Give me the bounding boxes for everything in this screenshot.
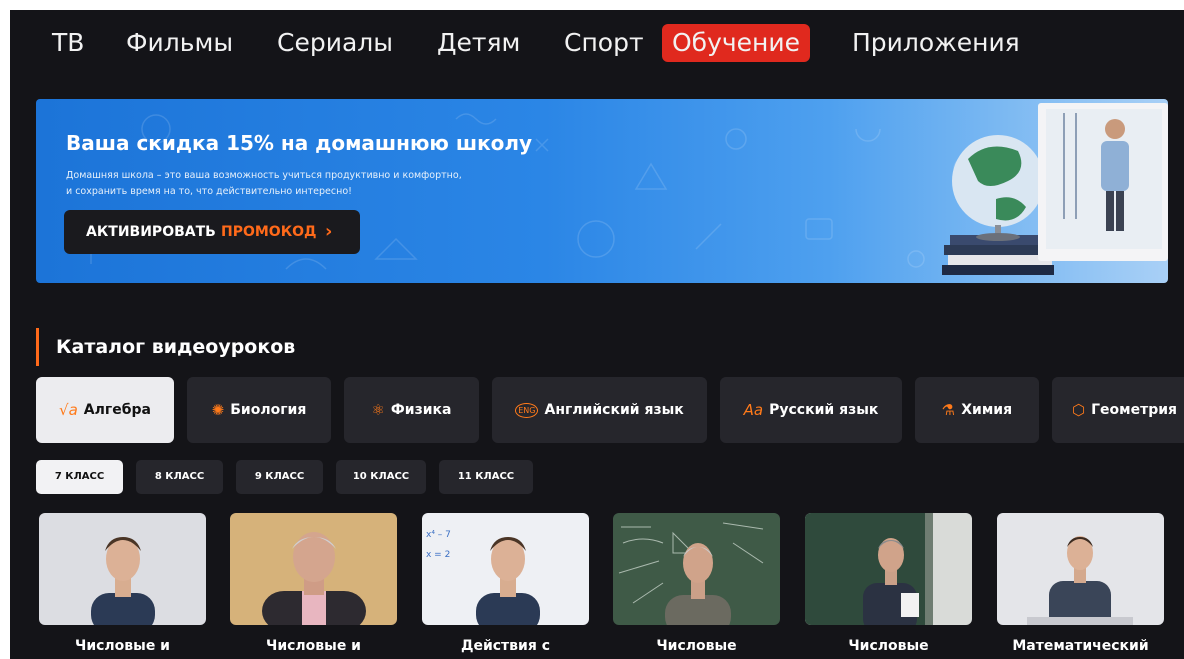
polygon-icon: ⬡ [1072, 401, 1086, 419]
video-thumbnail [997, 513, 1164, 625]
video-card[interactable]: Числовые [613, 513, 780, 659]
section-accent-bar [36, 328, 39, 366]
promo-button-label: АКТИВИРОВАТЬ [86, 224, 216, 240]
video-card[interactable]: Числовые и [39, 513, 206, 659]
video-title: Числовые и [266, 638, 361, 654]
nav-item-sport[interactable]: Спорт [564, 24, 644, 62]
subject-tab-geometry[interactable]: ⬡ Геометрия [1052, 377, 1184, 443]
atom-icon: ⚛ [371, 401, 385, 419]
chevron-right-icon: › [325, 221, 333, 242]
banner-desc-line-1: Домашняя школа – это ваша возможность уч… [66, 170, 462, 181]
subject-tab-chemistry[interactable]: ⚗ Химия [915, 377, 1039, 443]
subject-label: Алгебра [83, 402, 151, 418]
grade-tab-9[interactable]: 9 КЛАСС [236, 460, 323, 494]
nav-item-movies[interactable]: Фильмы [126, 24, 233, 62]
banner-title: Ваша скидка 15% на домашнюю школу [66, 131, 533, 155]
video-thumbnail [613, 513, 780, 625]
video-title: Математический [1012, 638, 1149, 654]
board-text: x = 2 [426, 550, 450, 560]
video-card[interactable]: x⁴ – 7 x = 2 Действия с [422, 513, 589, 659]
subject-tab-english[interactable]: ENG Английский язык [492, 377, 707, 443]
grade-tab-10[interactable]: 10 КЛАСС [336, 460, 426, 494]
grade-tab-7[interactable]: 7 КЛАСС [36, 460, 123, 494]
banner-description: Домашняя школа – это ваша возможность уч… [66, 168, 526, 200]
subject-tab-biology[interactable]: ✺ Биология [187, 377, 331, 443]
promo-button-highlight: ПРОМОКОД [221, 224, 317, 240]
globe-monitor-illustration [942, 103, 1168, 275]
tv-screen: ТВ Фильмы Сериалы Детям Спорт Обучение П… [10, 10, 1184, 659]
dna-icon: ✺ [211, 401, 225, 419]
subject-label: Химия [961, 402, 1013, 418]
video-title: Числовые [656, 638, 737, 654]
video-thumbnail [230, 513, 397, 625]
subject-tab-physics[interactable]: ⚛ Физика [344, 377, 479, 443]
top-nav: ТВ Фильмы Сериалы Детям Спорт Обучение П… [10, 10, 1184, 72]
banner-desc-line-2: и сохранить время на то, что действитель… [66, 186, 352, 197]
nav-item-series[interactable]: Сериалы [277, 24, 393, 62]
subject-label: Английский язык [544, 402, 684, 418]
video-title: Числовые [848, 638, 929, 654]
nav-item-education[interactable]: Обучение [662, 24, 811, 62]
board-text: x⁴ – 7 [426, 530, 451, 540]
grade-tab-11[interactable]: 11 КЛАСС [439, 460, 533, 494]
grade-tab-8[interactable]: 8 КЛАСС [136, 460, 223, 494]
nav-item-apps[interactable]: Приложения [852, 24, 1020, 62]
aa-letters-icon: Aa [743, 401, 764, 419]
video-title: Числовые и [75, 638, 170, 654]
video-thumbnail [805, 513, 972, 625]
catalog-title: Каталог видеоуроков [56, 336, 296, 358]
video-card[interactable]: Числовые и [230, 513, 397, 659]
video-thumbnail: x⁴ – 7 x = 2 [422, 513, 589, 625]
promo-banner[interactable]: Ваша скидка 15% на домашнюю школу Домашн… [36, 99, 1168, 283]
subject-label: Геометрия [1091, 402, 1178, 418]
nav-item-kids[interactable]: Детям [437, 24, 520, 62]
subject-tab-algebra[interactable]: √a Алгебра [36, 377, 174, 443]
flask-icon: ⚗ [941, 401, 956, 419]
nav-item-tv[interactable]: ТВ [52, 24, 84, 62]
sqrt-icon: √a [59, 401, 78, 419]
subject-tab-russian[interactable]: Aa Русский язык [720, 377, 902, 443]
video-thumbnail [39, 513, 206, 625]
eng-speech-icon: ENG [515, 402, 539, 418]
subject-label: Биология [230, 402, 307, 418]
video-card[interactable]: Математический [997, 513, 1164, 659]
subject-label: Русский язык [769, 402, 879, 418]
video-title: Действия с [460, 638, 551, 654]
video-card[interactable]: Числовые [805, 513, 972, 659]
subject-label: Физика [390, 402, 452, 418]
activate-promocode-button[interactable]: АКТИВИРОВАТЬ ПРОМОКОД › [64, 210, 360, 254]
